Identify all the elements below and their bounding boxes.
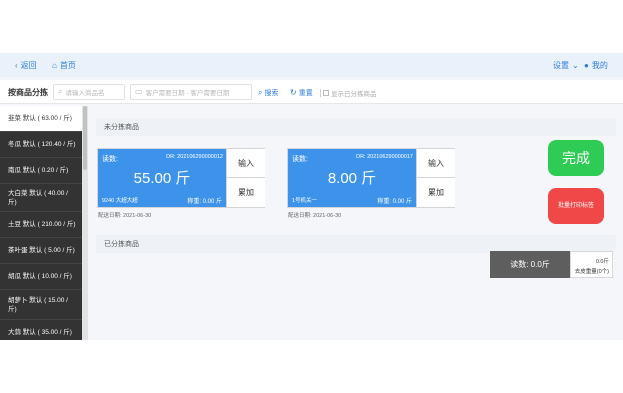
- batch-print-button[interactable]: 批量打印标签: [548, 188, 604, 224]
- sorted-section-title: 已分拣商品: [104, 241, 139, 248]
- date-placeholder: 客户需要日期 - 客户需要日期: [145, 90, 230, 97]
- home-label: 首页: [59, 61, 76, 70]
- profile-button[interactable]: ● 我的: [584, 60, 608, 71]
- sidebar-item[interactable]: 土豆 默认 ( 210.00 / 斤): [0, 212, 82, 238]
- page-title: 按商品分拣: [8, 88, 48, 97]
- search-icon: ⌕: [58, 87, 63, 96]
- sidebar-item-label: 冬瓜 默认 ( 120.40 / 斤): [8, 141, 76, 148]
- checkbox-box[interactable]: [323, 90, 329, 96]
- customer-name: 1号机关一: [292, 198, 318, 204]
- chevron-left-icon: ‹: [15, 60, 18, 70]
- reset-button-label: 重置: [298, 90, 313, 97]
- sidebar-item-label: 韭菜 默认 ( 63.00 / 斤): [8, 115, 72, 122]
- tare-button[interactable]: 0.0斤 去皮重量(0个): [570, 251, 613, 278]
- sidebar-item[interactable]: 冬瓜 默认 ( 120.40 / 斤): [0, 132, 82, 158]
- customer-name: 9240 大超大超: [102, 198, 138, 204]
- order-card-info[interactable]: 读数: DR: 202106290000017 8.00 斤 1号机关一 称重:…: [288, 149, 416, 207]
- delivery-date: 配送日期: 2021-06-30: [98, 213, 152, 219]
- order-code: DR: 202106290000017: [356, 154, 413, 160]
- top-nav: ‹ 返回 ⌂ 首页 设置 ⌄ ● 我的: [0, 53, 623, 77]
- divider: [320, 89, 321, 97]
- delivery-date: 配送日期: 2021-06-30: [288, 213, 342, 219]
- sorted-weight: 称重: 0.00 斤: [187, 199, 222, 205]
- order-weight: 55.00 斤: [133, 170, 191, 187]
- profile-label: 我的: [591, 61, 608, 70]
- sidebar-item-label: 南瓜 默认 ( 0.20 / 斤): [8, 167, 69, 174]
- search-placeholder: 请输入商品名: [65, 90, 105, 97]
- search-icon: ⌕: [258, 88, 263, 97]
- reading-label: 读数:: [102, 156, 118, 163]
- sidebar-item-label: 土豆 默认 ( 210.00 / 斤): [8, 221, 76, 228]
- order-card[interactable]: 读数: DR: 202106290000012 55.00 斤 9240 大超大…: [97, 148, 265, 208]
- tare-label: 去皮重量(0个): [574, 269, 609, 275]
- refresh-icon: ↻: [290, 88, 297, 97]
- settings-label: 设置: [553, 61, 569, 70]
- sidebar-scrollbar-thumb[interactable]: [83, 106, 87, 170]
- sorted-weight: 称重: 0.00 斤: [377, 199, 412, 205]
- input-button[interactable]: 输入: [416, 149, 455, 178]
- scale-reading: 读数: 0.0斤: [490, 251, 570, 278]
- sidebar-item-label: 胡瓜 默认 ( 10.00 / 斤): [8, 273, 72, 280]
- accumulate-button[interactable]: 累加: [416, 178, 455, 207]
- unsorted-section-header: 未分拣商品: [96, 118, 616, 136]
- accumulate-button[interactable]: 累加: [226, 178, 265, 207]
- reset-button[interactable]: ↻ 重置: [290, 88, 313, 98]
- sidebar-item[interactable]: 胡瓜 默认 ( 10.00 / 斤): [0, 264, 82, 290]
- sidebar-item[interactable]: 胡萝卜 默认 ( 15.00 / 斤): [0, 290, 82, 320]
- product-sidebar: 韭菜 默认 ( 63.00 / 斤) 冬瓜 默认 ( 120.40 / 斤) 南…: [0, 106, 82, 340]
- app-window: ‹ 返回 ⌂ 首页 设置 ⌄ ● 我的 按商品分拣 ⌕ 请输入商品名 ▭ 客户需…: [0, 53, 623, 340]
- order-card[interactable]: 读数: DR: 202106290000017 8.00 斤 1号机关一 称重:…: [287, 148, 455, 208]
- search-button[interactable]: ⌕ 搜索: [258, 88, 278, 98]
- sidebar-item-label: 大白菜 默认 ( 40.00 / 斤): [8, 189, 68, 206]
- order-code: DR: 202106290000012: [166, 154, 223, 160]
- sidebar-item[interactable]: 茶叶蛋 默认 ( 5.00 / 斤): [0, 238, 82, 264]
- order-weight: 8.00 斤: [327, 170, 377, 187]
- done-button[interactable]: 完成: [548, 140, 604, 176]
- sidebar-item[interactable]: 大白菜 默认 ( 40.00 / 斤): [0, 184, 82, 212]
- search-button-label: 搜索: [264, 90, 279, 97]
- reading-label: 读数:: [292, 156, 308, 163]
- unsorted-section-title: 未分拣商品: [104, 124, 139, 131]
- input-button[interactable]: 输入: [226, 149, 265, 178]
- user-icon: ●: [584, 60, 589, 70]
- tare-value: 0.0斤: [595, 259, 609, 265]
- sidebar-item-label: 大蒜 默认 ( 35.00 / 斤): [8, 329, 72, 336]
- chevron-down-icon: ⌄: [572, 60, 579, 70]
- search-input[interactable]: ⌕ 请输入商品名: [53, 84, 125, 100]
- sidebar-item[interactable]: 大蒜 默认 ( 35.00 / 斤): [0, 320, 82, 340]
- home-icon: ⌂: [52, 60, 57, 70]
- sidebar-item[interactable]: 南瓜 默认 ( 0.20 / 斤): [0, 158, 82, 184]
- back-button[interactable]: ‹ 返回: [15, 60, 37, 71]
- sidebar-item[interactable]: 韭菜 默认 ( 63.00 / 斤): [0, 106, 82, 132]
- show-sorted-checkbox[interactable]: 显示已分拣商品: [323, 88, 377, 98]
- calendar-icon: ▭: [135, 87, 143, 96]
- sidebar-item-label: 茶叶蛋 默认 ( 5.00 / 斤): [8, 247, 75, 254]
- order-card-info[interactable]: 读数: DR: 202106290000012 55.00 斤 9240 大超大…: [98, 149, 226, 207]
- settings-menu[interactable]: 设置 ⌄: [553, 60, 579, 71]
- filter-bar: 按商品分拣 ⌕ 请输入商品名 ▭ 客户需要日期 - 客户需要日期 ⌕ 搜索 ↻ …: [0, 80, 623, 104]
- back-label: 返回: [20, 61, 37, 70]
- sidebar-item-label: 胡萝卜 默认 ( 15.00 / 斤): [8, 296, 68, 313]
- home-button[interactable]: ⌂ 首页: [52, 60, 76, 71]
- date-range-input[interactable]: ▭ 客户需要日期 - 客户需要日期: [130, 84, 252, 100]
- show-sorted-label: 显示已分拣商品: [331, 91, 377, 98]
